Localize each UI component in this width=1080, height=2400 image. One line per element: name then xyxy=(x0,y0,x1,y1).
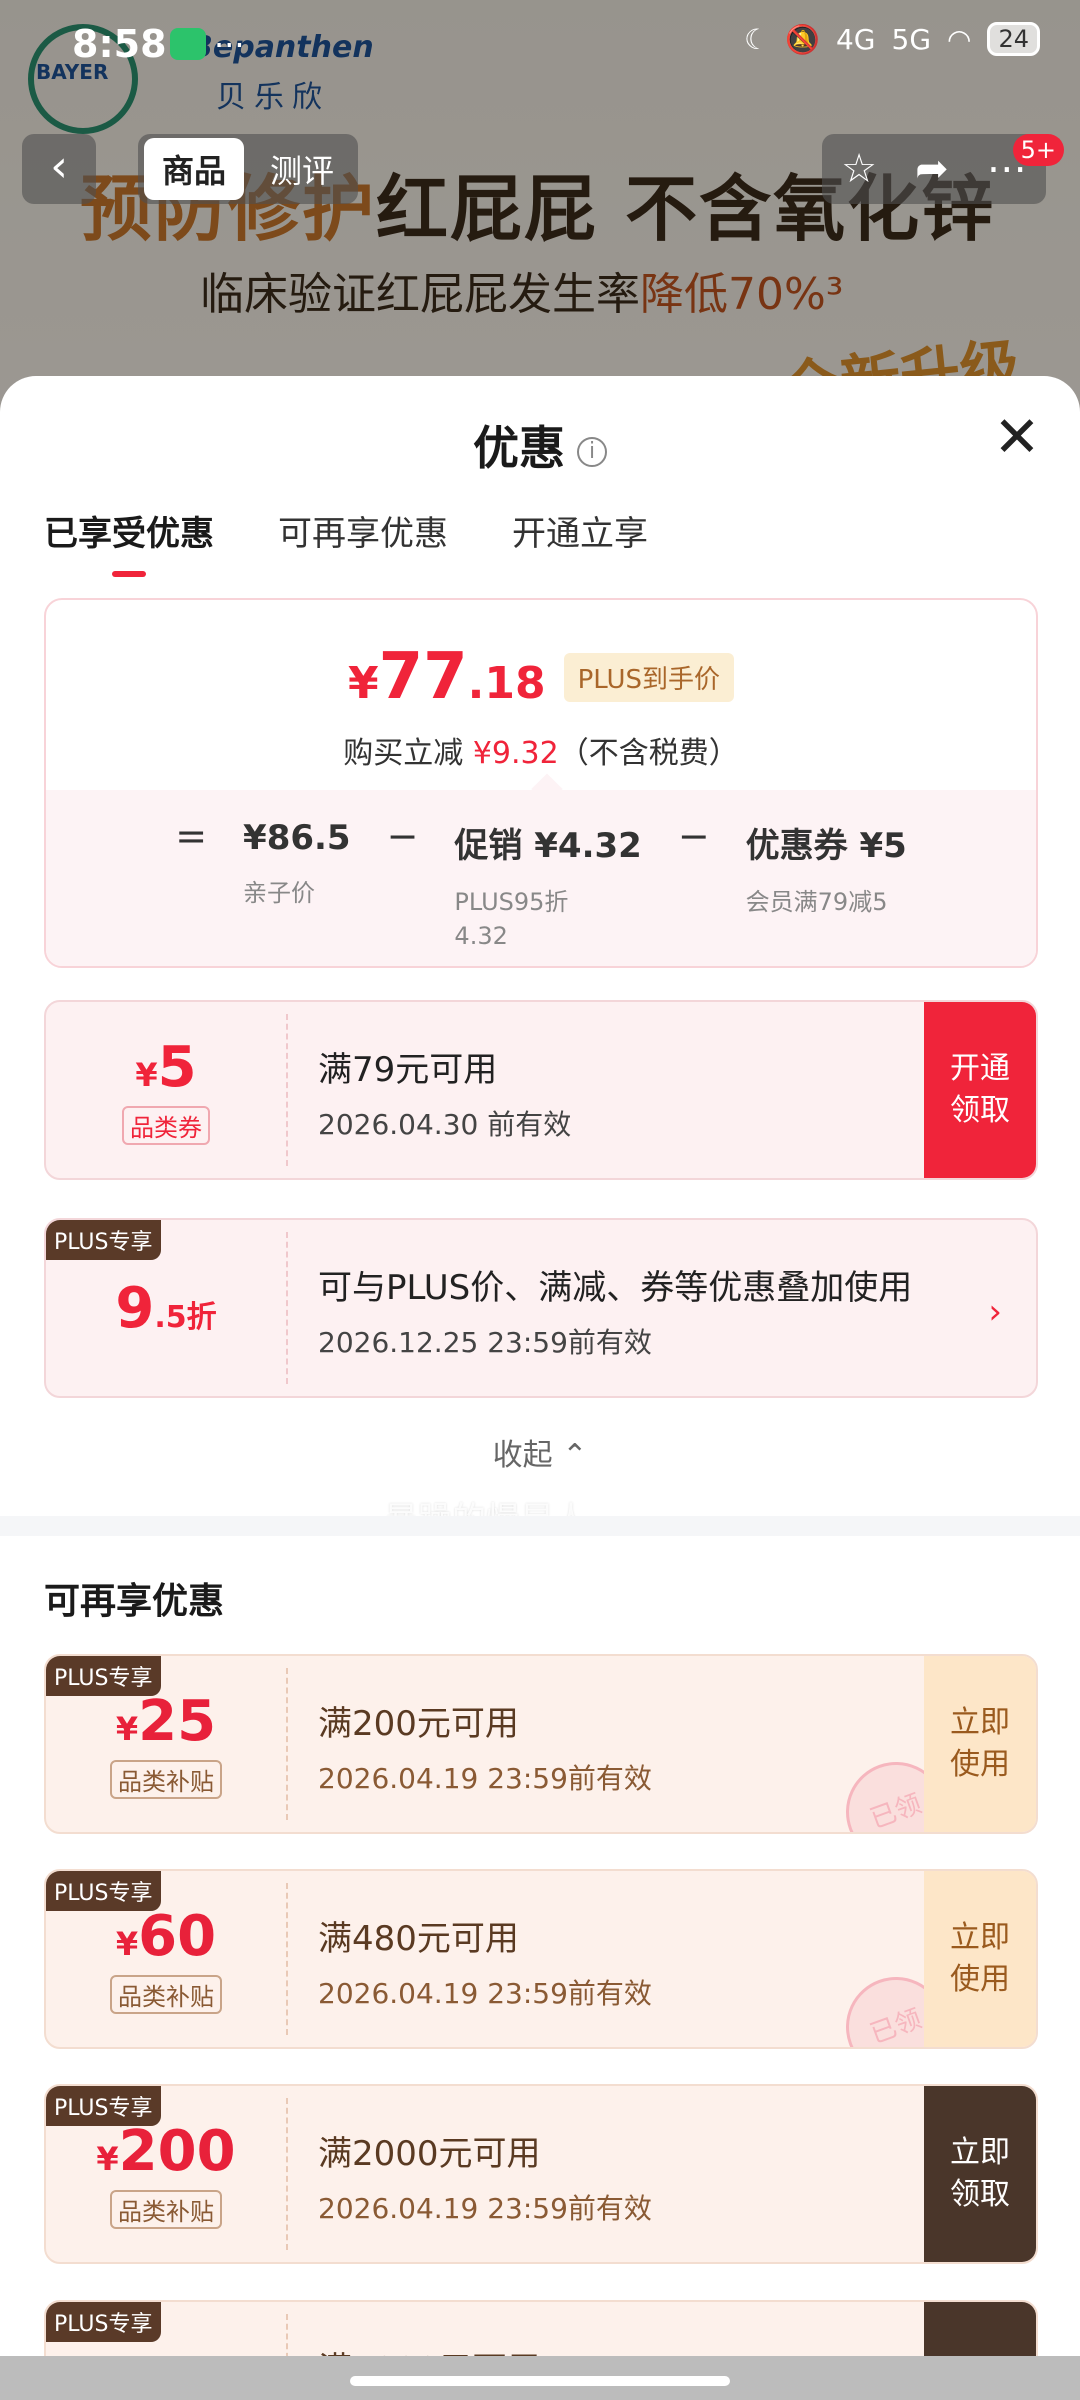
discount-tabs: 已享受优惠 可再享优惠 开通立享 xyxy=(44,506,648,577)
use-now-button[interactable]: 立即 使用 xyxy=(924,1871,1036,2047)
coupon-condition: 满480元可用 xyxy=(318,1919,519,1959)
base-price-label: 亲子价 xyxy=(243,879,316,907)
message-badge: 5+ xyxy=(1012,134,1064,166)
mute-icon: 🔕 xyxy=(785,22,820,56)
section-title: 可再享优惠 xyxy=(44,1581,225,1622)
tab-more[interactable]: 可再享优惠 xyxy=(278,506,448,577)
tab-product[interactable]: 商品 xyxy=(144,138,244,200)
favorite-star-icon[interactable]: ☆ xyxy=(841,146,877,192)
status-icons: ☾ 🔕 4G 5G ◠ 24 xyxy=(744,22,1040,56)
plus-price-tag: PLUS到手价 xyxy=(563,652,735,702)
claim-now-button[interactable]: 立即 领取 xyxy=(924,2086,1036,2262)
section-divider xyxy=(0,1516,1080,1536)
base-price: ¥86.5 xyxy=(243,818,351,858)
coupon-kind: 品类补贴 xyxy=(110,1760,222,1799)
coupon-amount: ¥200 xyxy=(96,2119,236,2184)
home-indicator[interactable] xyxy=(350,2376,730,2386)
coupon-expiry: 2026.04.19 23:59前有效 xyxy=(318,1762,652,1795)
price-breakdown: = ¥86.5 亲子价 − 促销 ¥4.32 PLUS95折 4.32 − 优惠券… xyxy=(46,790,1036,966)
price-summary-card: ¥77.18 PLUS到手价 购买立减 ¥9.32（不含税费） = ¥86.5 … xyxy=(44,598,1038,968)
coupon-kind: 品类券 xyxy=(122,1106,210,1145)
promo-label: PLUS95折 4.32 xyxy=(454,888,569,950)
signal-4g-icon: 4G xyxy=(835,22,876,56)
status-bar: 8:58 ··· ☾ 🔕 4G 5G ◠ 24 xyxy=(0,0,1080,90)
info-icon[interactable]: i xyxy=(577,436,607,467)
coupon-amount: ¥5 xyxy=(135,1035,197,1100)
system-nav-bar xyxy=(0,2356,1080,2400)
coupon-value: 优惠券 ¥5 xyxy=(745,826,907,866)
nav-actions: ☆ ➦ ⋯ xyxy=(822,134,1046,204)
wechat-icon xyxy=(170,28,206,60)
coupon-amount: ¥60 xyxy=(115,1904,217,1969)
subsidy-coupon-card[interactable]: PLUS专享 ¥25 品类补贴 满200元可用 2026.04.19 23:59… xyxy=(44,1654,1038,1834)
status-time: 8:58 xyxy=(72,22,167,66)
coupon-expiry: 2026.04.19 23:59前有效 xyxy=(318,2192,652,2225)
coupon-condition: 满2000元可用 xyxy=(318,2134,541,2174)
subsidy-coupon-card[interactable]: PLUS专享 ¥200 品类补贴 满2000元可用 2026.04.19 23:… xyxy=(44,2084,1038,2264)
product-tabs: 商品 测评 xyxy=(138,134,358,204)
chevron-right-icon[interactable]: › xyxy=(988,1292,1002,1332)
coupon-condition: 满200元可用 xyxy=(318,1704,519,1744)
coupon-kind: 品类补贴 xyxy=(110,1975,222,2014)
minus-sign: − xyxy=(677,814,710,858)
coupon-expiry: 2026.04.30 前有效 xyxy=(318,1108,572,1141)
plus-discount-card[interactable]: PLUS专享 9.5折 可与PLUS价、满减、券等优惠叠加使用 2026.12.… xyxy=(44,1218,1038,1398)
activate-claim-button[interactable]: 开通 领取 xyxy=(924,1002,1036,1178)
price-reduce-line: 购买立减 ¥9.32（不含税费） xyxy=(343,736,739,771)
equals-sign: = xyxy=(175,814,208,858)
use-now-button[interactable]: 立即 使用 xyxy=(924,1656,1036,1832)
coupon-label: 会员满79减5 xyxy=(745,888,888,916)
share-icon[interactable]: ➦ xyxy=(915,146,949,192)
coupon-expiry: 2026.04.19 23:59前有效 xyxy=(318,1977,652,2010)
coupon-kind: 品类补贴 xyxy=(110,2190,222,2229)
discount-sheet: 优惠 i ✕ 已享受优惠 可再享优惠 开通立享 ¥77.18 PLUS到手价 购买… xyxy=(0,376,1080,2400)
coupon-expiry: 2026.12.25 23:59前有效 xyxy=(318,1326,652,1359)
tab-activate[interactable]: 开通立享 xyxy=(512,506,648,577)
coupon-condition: 满79元可用 xyxy=(318,1050,498,1090)
signal-5g-icon: 5G xyxy=(891,22,932,56)
tab-review[interactable]: 测评 xyxy=(252,138,352,200)
subsidy-coupon-card[interactable]: PLUS专享 ¥60 品类补贴 满480元可用 2026.04.19 23:59… xyxy=(44,1869,1038,2049)
moon-icon: ☾ xyxy=(744,22,770,56)
battery-icon: 24 xyxy=(987,22,1040,56)
discount-rate: 9.5折 xyxy=(115,1275,217,1341)
coupon-condition: 可与PLUS价、满减、券等优惠叠加使用 xyxy=(318,1268,913,1308)
close-button[interactable]: ✕ xyxy=(992,410,1042,466)
back-button[interactable]: ‹ xyxy=(22,134,96,204)
promo-value: 促销 ¥4.32 xyxy=(454,826,642,866)
more-notifications-icon: ··· xyxy=(214,26,245,64)
final-price: ¥77.18 xyxy=(347,640,546,714)
coupon-amount: ¥25 xyxy=(115,1689,217,1754)
collapse-button[interactable]: 收起 ⌃ xyxy=(0,1430,1080,1474)
minus-sign: − xyxy=(386,814,419,858)
sheet-title: 优惠 i xyxy=(0,412,1080,478)
coupon-card[interactable]: ¥5 品类券 满79元可用 2026.04.30 前有效 开通 领取 xyxy=(44,1000,1038,1180)
wifi-icon: ◠ xyxy=(947,22,972,56)
tab-enjoyed[interactable]: 已享受优惠 xyxy=(44,506,214,577)
